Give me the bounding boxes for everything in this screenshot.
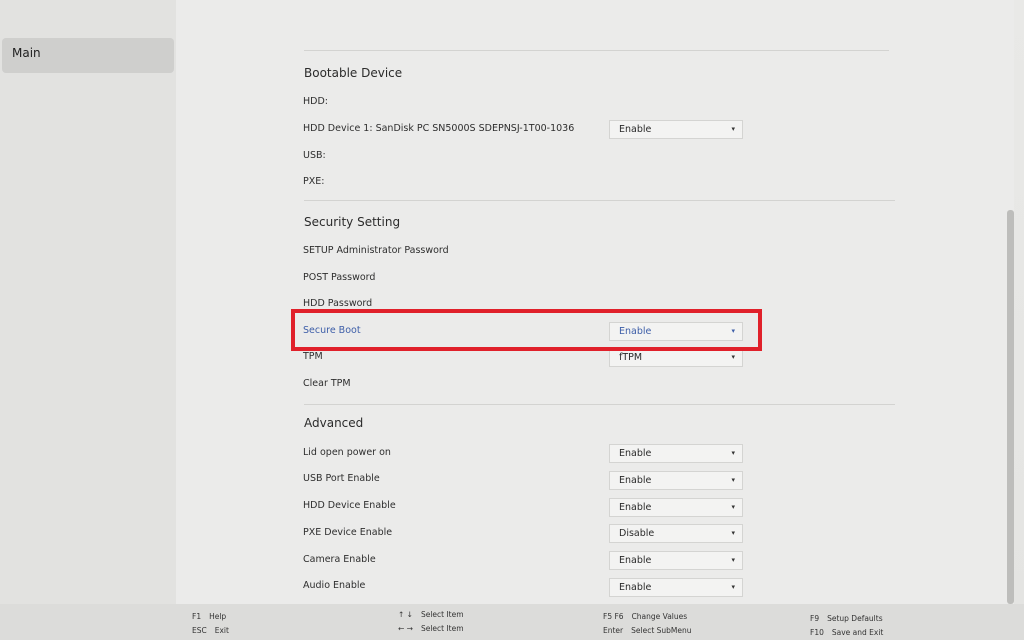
usb-port-enable-dropdown[interactable]: Enable ▾ [609,471,743,490]
chevron-down-icon: ▾ [731,503,735,511]
sidebar-item-main[interactable]: Main [2,38,174,73]
footer-help: F1 Help [192,612,227,621]
scrollbar[interactable] [1007,210,1014,604]
row-label-post-password[interactable]: POST Password [303,272,375,283]
row-label-hdd-device-enable[interactable]: HDD Device Enable [303,500,396,511]
chevron-down-icon: ▾ [731,556,735,564]
sidebar: Main [0,0,176,604]
section-divider [304,404,895,405]
chevron-down-icon: ▾ [731,125,735,133]
row-label-clear-tpm[interactable]: Clear TPM [303,378,351,389]
section-divider [304,200,895,201]
footer-change-values: F5 F6 Change Values [603,612,688,621]
bios-setup-screen: Main Bootable Device HDD: HDD Device 1: … [0,0,1024,640]
footer-save-and-exit: F10 Save and Exit [810,628,884,637]
row-label-tpm[interactable]: TPM [303,351,323,362]
row-label-hdd-device-1[interactable]: HDD Device 1: SanDisk PC SN5000S SDEPNSJ… [303,123,574,134]
row-label-setup-admin-password[interactable]: SETUP Administrator Password [303,245,449,256]
hdd-device-1-dropdown[interactable]: Enable ▾ [609,120,743,139]
footer-exit: ESC Exit [192,626,229,635]
row-label-camera-enable[interactable]: Camera Enable [303,554,376,565]
section-title-bootable-device: Bootable Device [304,66,403,80]
chevron-down-icon: ▾ [731,476,735,484]
audio-enable-dropdown[interactable]: Enable ▾ [609,578,743,597]
footer-select-item-vertical: ↑ ↓ Select Item [398,610,464,619]
hdd-device-enable-dropdown[interactable]: Enable ▾ [609,498,743,517]
chevron-down-icon: ▾ [731,353,735,361]
highlight-annotation-box [291,309,762,351]
row-label-hdd-password[interactable]: HDD Password [303,298,372,309]
row-label-usb: USB: [303,150,326,161]
row-label-audio-enable[interactable]: Audio Enable [303,580,365,591]
row-label-lid-open-power-on[interactable]: Lid open power on [303,447,391,458]
footer-select-submenu: Enter Select SubMenu [603,626,692,635]
row-label-pxe-device-enable[interactable]: PXE Device Enable [303,527,392,538]
camera-enable-dropdown[interactable]: Enable ▾ [609,551,743,570]
row-label-usb-port-enable[interactable]: USB Port Enable [303,473,380,484]
key-help-footer: F1 Help ESC Exit ↑ ↓ Select Item ← → Select … [0,604,1024,640]
chevron-down-icon: ▾ [731,583,735,591]
footer-setup-defaults: F9 Setup Defaults [810,614,883,623]
section-divider [304,50,889,51]
row-label-pxe: PXE: [303,176,325,187]
footer-select-item-horizontal: ← → Select Item [398,624,464,633]
row-label-hdd: HDD: [303,96,328,107]
chevron-down-icon: ▾ [731,529,735,537]
section-title-security-setting: Security Setting [304,215,401,229]
section-title-advanced: Advanced [304,416,364,430]
arrow-left-right-icon: ← → [398,624,413,633]
chevron-down-icon: ▾ [731,449,735,457]
pxe-device-enable-dropdown[interactable]: Disable ▾ [609,524,743,543]
settings-panel [176,0,1014,604]
arrow-up-down-icon: ↑ ↓ [398,610,413,619]
lid-open-power-on-dropdown[interactable]: Enable ▾ [609,444,743,463]
sidebar-item-label: Main [12,46,41,60]
